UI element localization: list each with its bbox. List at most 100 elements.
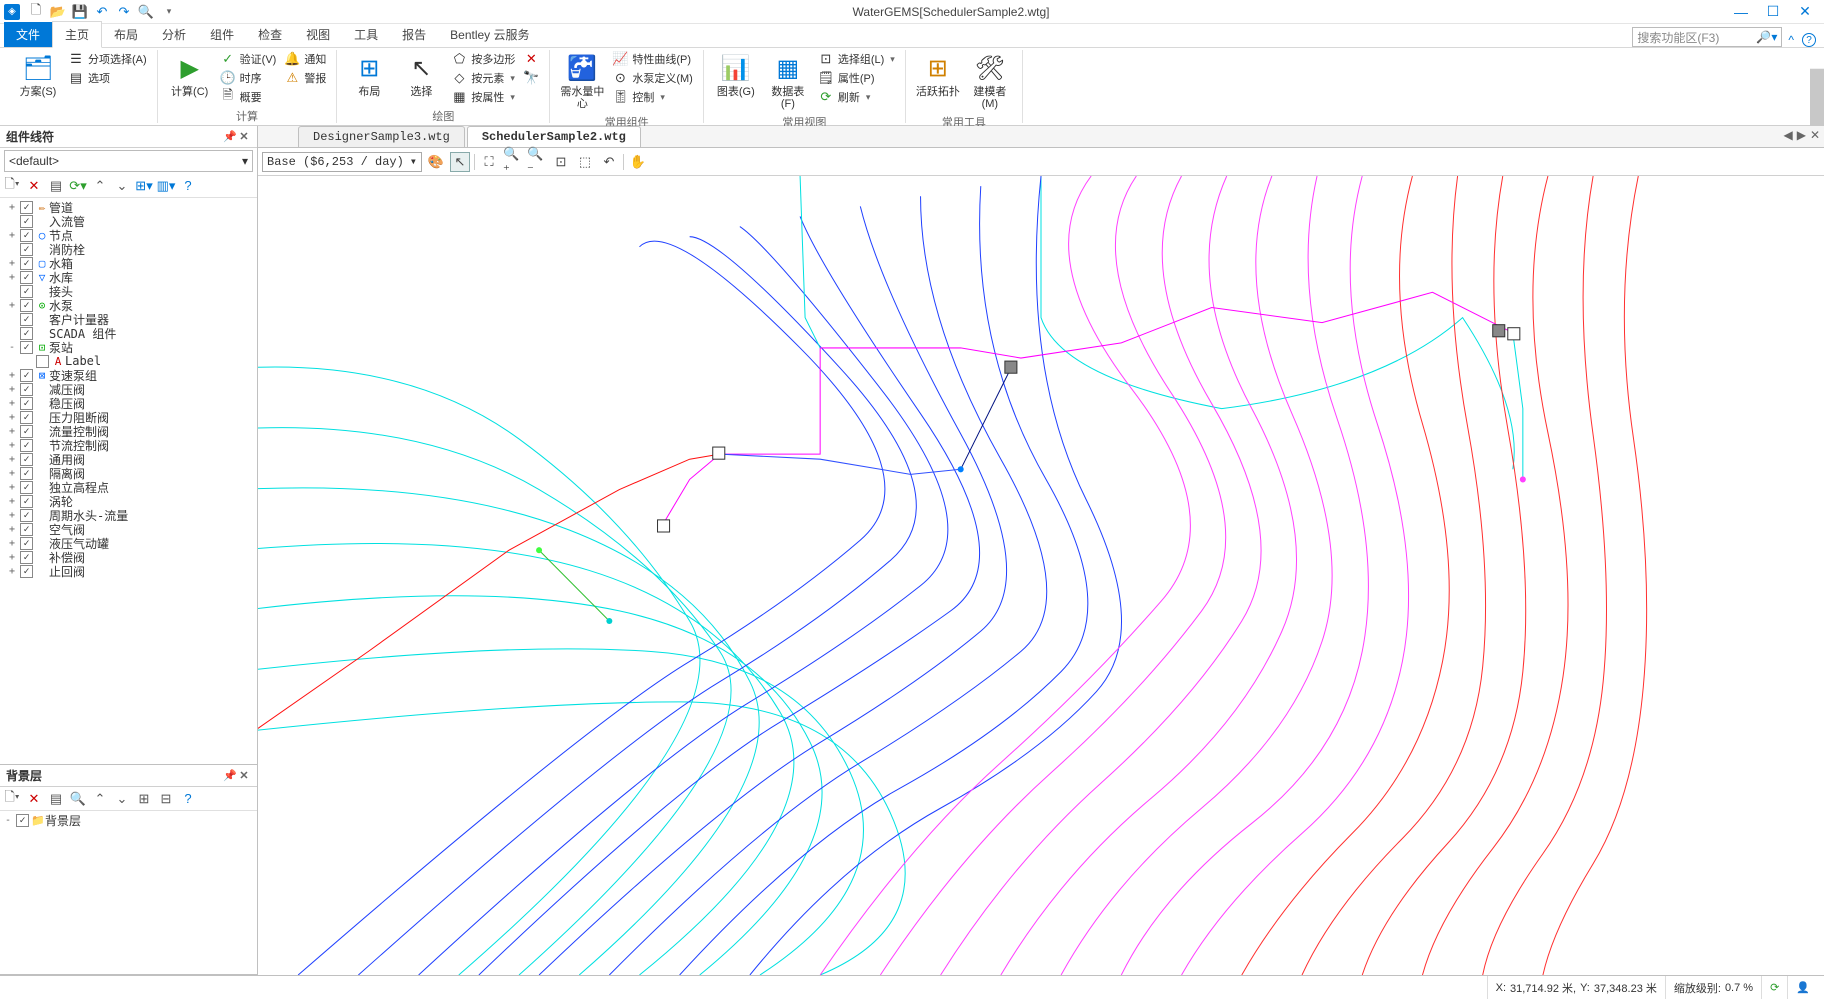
tree-node[interactable]: 接头	[2, 284, 255, 298]
zoom-selection-icon[interactable]: ⬚	[575, 152, 595, 172]
tab-next-icon[interactable]: ▶	[1797, 128, 1806, 142]
minimize-button[interactable]: —	[1726, 2, 1756, 22]
tab-check[interactable]: 检查	[246, 22, 294, 47]
tab-view[interactable]: 视图	[294, 22, 342, 47]
save-icon[interactable]: 💾	[72, 4, 88, 20]
tree-node[interactable]: +减压阀	[2, 382, 255, 396]
new-document-icon[interactable]: 🗋	[28, 4, 44, 20]
checkbox[interactable]	[20, 439, 33, 452]
tree-node[interactable]: 入流管	[2, 214, 255, 228]
expander-icon[interactable]: +	[6, 440, 18, 451]
summary-button[interactable]: 🗎概要	[218, 88, 279, 106]
tab-cloud[interactable]: Bentley 云服务	[438, 22, 541, 47]
zoom-out-icon[interactable]: 🔍⁻	[527, 152, 547, 172]
tree-node[interactable]: +通用阀	[2, 452, 255, 466]
delete-button[interactable]: ✕	[521, 50, 541, 68]
down-icon[interactable]: ⌄	[114, 178, 130, 194]
zoom-in-icon[interactable]: 🔍⁺	[503, 152, 523, 172]
expander-icon[interactable]: +	[6, 384, 18, 395]
by-attribute-button[interactable]: ▦按属性	[449, 88, 517, 106]
curves-button[interactable]: 📈特性曲线(P)	[610, 50, 695, 68]
checkbox[interactable]	[20, 397, 33, 410]
expander-icon[interactable]: +	[6, 202, 18, 213]
checkbox[interactable]	[20, 327, 33, 340]
pin-icon[interactable]: 📌	[223, 130, 237, 143]
checkbox[interactable]	[20, 523, 33, 536]
close-button[interactable]: ✕	[1790, 2, 1820, 22]
ribbon-search[interactable]: 搜索功能区(F3) 🔎▾	[1632, 27, 1782, 47]
zoom-icon[interactable]: 🔍	[70, 791, 86, 807]
tree-node[interactable]: +压力阻断阀	[2, 410, 255, 424]
filter-icon[interactable]: ▥▾	[158, 178, 174, 194]
new-icon[interactable]: 🗋▾	[4, 791, 20, 807]
checkbox[interactable]	[20, 257, 33, 270]
alarm-button[interactable]: ⚠警报	[282, 69, 328, 87]
notify-button[interactable]: 🔔通知	[282, 50, 328, 68]
components-tree[interactable]: +✏管道入流管+○节点消防栓+▢水箱+▽水库接头+⊙水泵客户计量器SCADA 组…	[0, 198, 257, 764]
tree-node[interactable]: +独立高程点	[2, 480, 255, 494]
select-all-button[interactable]: ☰分项选择(A)	[66, 50, 149, 68]
checkbox[interactable]	[20, 481, 33, 494]
checkbox[interactable]	[20, 425, 33, 438]
expand-icon[interactable]: ⊞	[136, 791, 152, 807]
checkbox[interactable]	[20, 565, 33, 578]
checkbox[interactable]	[36, 355, 49, 368]
modeler-button[interactable]: 🛠 建模者(M)	[966, 50, 1014, 112]
edit-icon[interactable]: ▤	[48, 178, 64, 194]
tree-node[interactable]: SCADA 组件	[2, 326, 255, 340]
checkbox[interactable]	[20, 509, 33, 522]
checkbox[interactable]	[20, 341, 33, 354]
tree-node[interactable]: -⊡泵站	[2, 340, 255, 354]
open-icon[interactable]: 📂	[50, 4, 66, 20]
map-canvas[interactable]	[258, 176, 1824, 975]
up-icon[interactable]: ⌃	[92, 791, 108, 807]
new-icon[interactable]: 🗋▾	[4, 178, 20, 194]
tree-node[interactable]: +液压气动罐	[2, 536, 255, 550]
checkbox[interactable]	[20, 285, 33, 298]
checkbox[interactable]	[20, 369, 33, 382]
panel-close-icon[interactable]: ✕	[237, 130, 251, 143]
expander-icon[interactable]: +	[6, 412, 18, 423]
up-icon[interactable]: ⌃	[92, 178, 108, 194]
demand-center-button[interactable]: 🚰 需水量中心	[558, 50, 606, 112]
layout-button[interactable]: ⊞ 布局	[345, 50, 393, 100]
expander-icon[interactable]: -	[6, 342, 18, 353]
tree-node[interactable]: 客户计量器	[2, 312, 255, 326]
checkbox[interactable]	[20, 551, 33, 564]
redo-icon[interactable]: ↷	[116, 4, 132, 20]
checkbox[interactable]	[20, 299, 33, 312]
ribbon-collapse-icon[interactable]: ^	[1788, 33, 1794, 47]
checkbox[interactable]	[20, 411, 33, 424]
tree-node[interactable]: +止回阀	[2, 564, 255, 578]
checkbox[interactable]	[20, 495, 33, 508]
tree-node[interactable]: +▽水库	[2, 270, 255, 284]
pump-def-button[interactable]: ⊙水泵定义(M)	[610, 69, 695, 87]
down-icon[interactable]: ⌄	[114, 791, 130, 807]
checkbox[interactable]	[20, 453, 33, 466]
checkbox[interactable]	[20, 201, 33, 214]
scenario-combo[interactable]: Base ($6,253 / day) ▾	[262, 152, 422, 172]
tab-home[interactable]: 主页	[52, 21, 102, 48]
panel-close-icon[interactable]: ✕	[237, 769, 251, 782]
panel-help-icon[interactable]: ?	[180, 178, 196, 194]
expander-icon[interactable]: +	[6, 482, 18, 493]
delete-icon[interactable]: ✕	[26, 791, 42, 807]
checkbox[interactable]	[20, 467, 33, 480]
background-tree[interactable]: - 📁 背景层	[0, 811, 257, 974]
delete-icon[interactable]: ✕	[26, 178, 42, 194]
chart-button[interactable]: 📊 图表(G)	[712, 50, 760, 100]
tree-node[interactable]: +稳压阀	[2, 396, 255, 410]
help-icon[interactable]: ?	[1802, 33, 1816, 47]
options-button[interactable]: ▤选项	[66, 69, 149, 87]
checkbox[interactable]	[20, 383, 33, 396]
zoom-prev-icon[interactable]: ↶	[599, 152, 619, 172]
expander-icon[interactable]: +	[6, 398, 18, 409]
tree-node[interactable]: +周期水头-流量	[2, 508, 255, 522]
tab-component[interactable]: 组件	[198, 22, 246, 47]
tree-icon[interactable]: ⊞▾	[136, 178, 152, 194]
panel-help-icon[interactable]: ?	[180, 791, 196, 807]
checkbox[interactable]	[20, 313, 33, 326]
tab-prev-icon[interactable]: ◀	[1783, 128, 1792, 142]
tab-layout[interactable]: 布局	[102, 22, 150, 47]
expander-icon[interactable]: +	[6, 552, 18, 563]
